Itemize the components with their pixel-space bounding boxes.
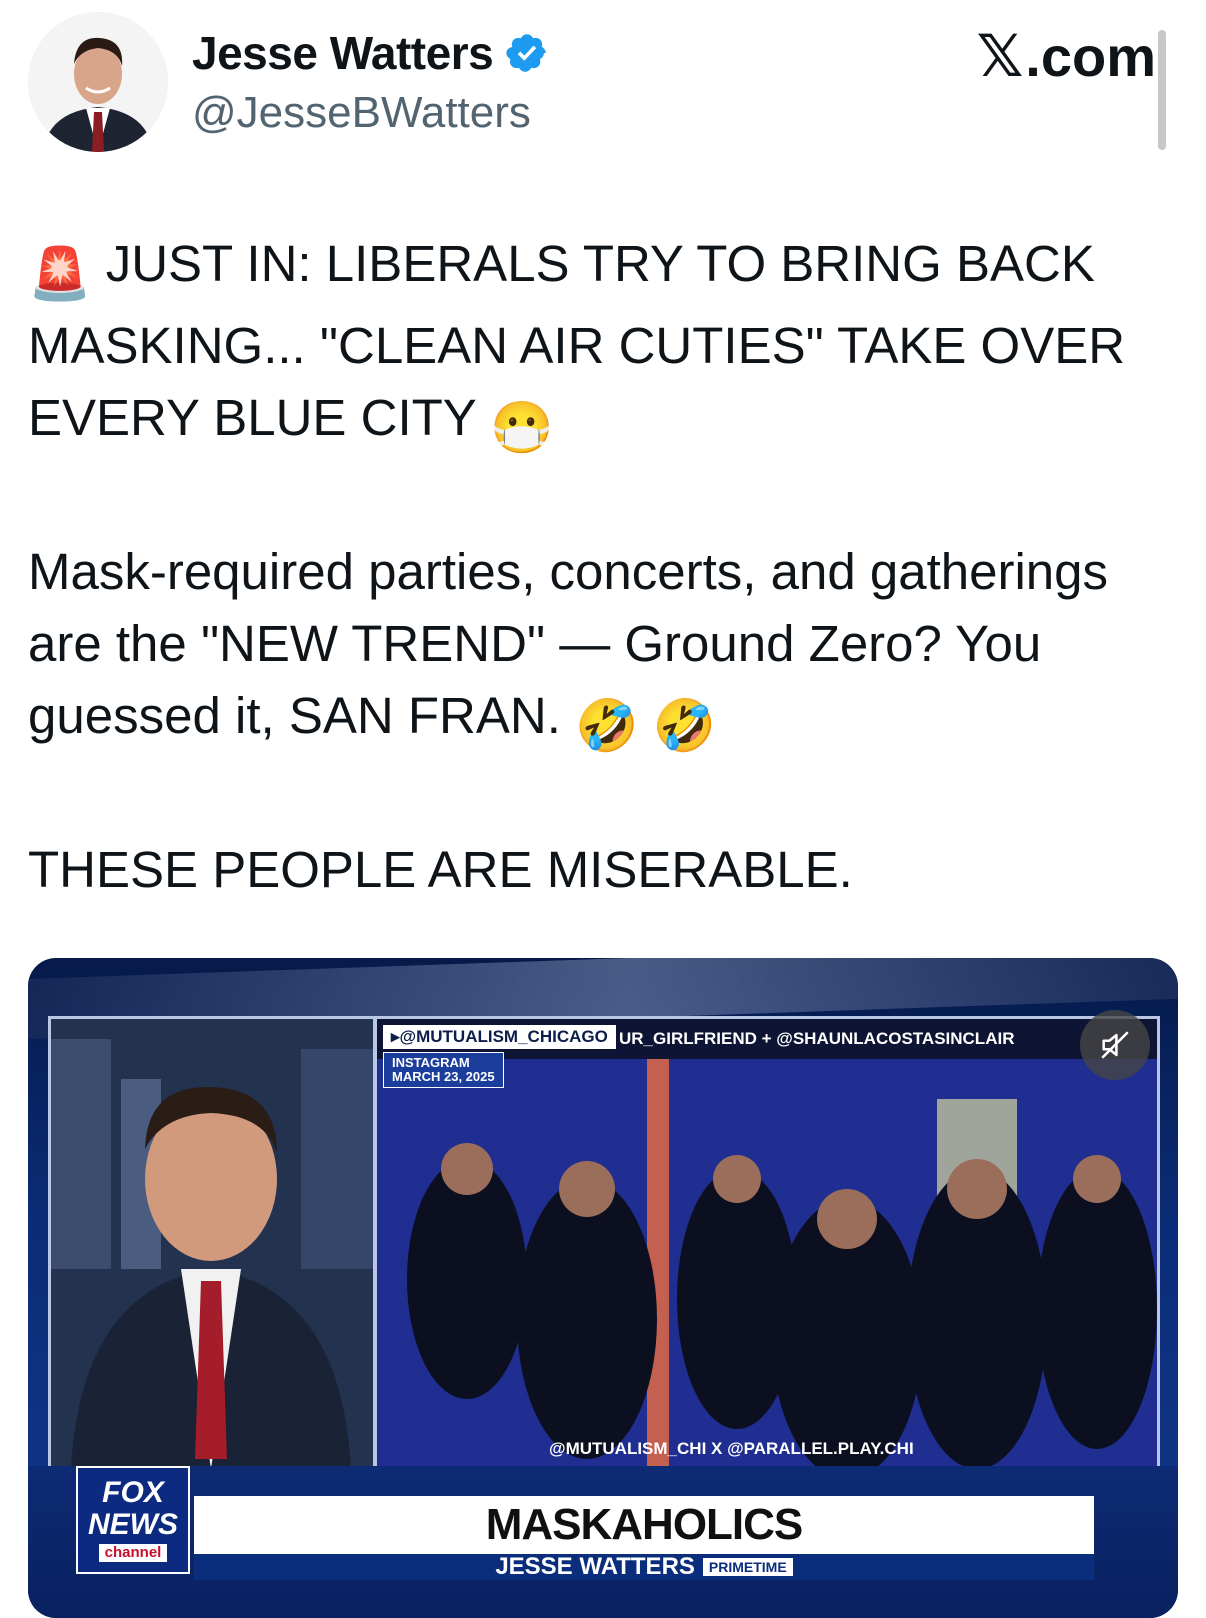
- party-video-panel: ▸@MUTUALISM_CHICAGO INSTAGRAM MARCH 23, …: [374, 1016, 1160, 1472]
- video-collab-tag: UR_GIRLFRIEND + @SHAUNLACOSTASINCLAIR: [619, 1029, 1015, 1048]
- headline-text: JUST IN: LIBERALS TRY TO BRING BACK MASK…: [28, 235, 1126, 446]
- site-label: 𝕏 .com: [977, 22, 1156, 90]
- mask-face-emoji: 😷: [490, 399, 554, 456]
- laughing-emoji: 🤣 🤣: [575, 697, 717, 754]
- tweet-closing: THESE PEOPLE ARE MISERABLE.: [28, 841, 853, 898]
- scrollbar[interactable]: [1158, 30, 1166, 150]
- speaker-muted-icon: [1101, 1031, 1129, 1059]
- fox-logo-line2: NEWS: [88, 1508, 178, 1541]
- verified-badge-icon: [505, 31, 549, 75]
- siren-emoji: 🚨: [28, 245, 92, 302]
- tweet-body: Mask-required parties, concerts, and gat…: [28, 536, 1158, 762]
- video-player[interactable]: ▸@MUTUALISM_CHICAGO INSTAGRAM MARCH 23, …: [28, 958, 1178, 1618]
- video-date: MARCH 23, 2025: [392, 1069, 495, 1084]
- fox-logo-line3: channel: [98, 1544, 168, 1562]
- chyron-show: JESSE WATTERS PRIMETIME: [194, 1553, 1094, 1580]
- author-handle[interactable]: @JesseBWatters: [192, 88, 531, 138]
- host-image: [51, 1019, 373, 1469]
- author-avatar[interactable]: [28, 12, 168, 152]
- video-credit-tag: @MUTUALISM_CHI X @PARALLEL.PLAY.CHI: [549, 1439, 914, 1458]
- chyron-headline-text: MASKAHOLICS: [485, 1500, 804, 1549]
- tweet-headline: 🚨 JUST IN: LIBERALS TRY TO BRING BACK MA…: [28, 228, 1158, 464]
- fox-news-logo: FOX NEWS channel: [76, 1466, 190, 1574]
- site-domain: .com: [1025, 24, 1156, 88]
- mute-toggle-button[interactable]: [1080, 1010, 1150, 1080]
- show-name: JESSE WATTERS: [495, 1553, 695, 1580]
- show-tag: PRIMETIME: [702, 1558, 793, 1576]
- host-video-panel: [48, 1016, 376, 1472]
- video-platform: INSTAGRAM: [392, 1055, 470, 1070]
- tweet-header: Jesse Watters @JesseBWatters 𝕏 .com: [0, 0, 1206, 170]
- author-name[interactable]: Jesse Watters: [192, 26, 494, 80]
- x-logo-icon: 𝕏: [976, 22, 1024, 90]
- video-source-tag: ▸@MUTUALISM_CHICAGO: [383, 1025, 616, 1049]
- chyron-headline: MASKAHOLICS: [194, 1496, 1094, 1554]
- body-text: Mask-required parties, concerts, and gat…: [28, 543, 1109, 744]
- avatar-portrait: [28, 12, 168, 152]
- video-meta-tag: INSTAGRAM MARCH 23, 2025: [383, 1052, 504, 1088]
- tweet-text: 🚨 JUST IN: LIBERALS TRY TO BRING BACK MA…: [28, 228, 1158, 906]
- fox-logo-line1: FOX: [102, 1476, 164, 1509]
- news-lower-third: FOX NEWS channel MASKAHOLICS JESSE WATTE…: [28, 1466, 1178, 1618]
